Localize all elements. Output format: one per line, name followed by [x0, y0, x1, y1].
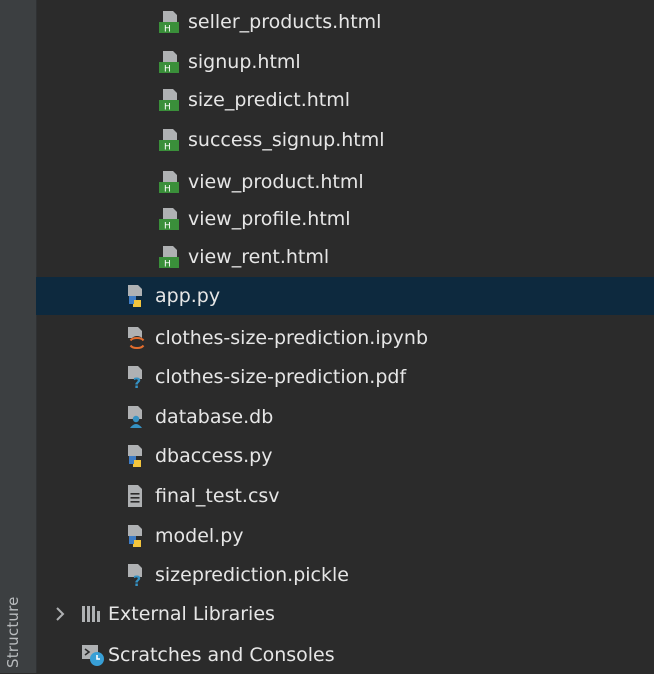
project-tree: H seller_products.html H signup.html H s…: [36, 0, 654, 673]
database-file-icon: [123, 405, 149, 429]
tree-item-label: size_predict.html: [188, 89, 351, 111]
python-file-icon: [123, 284, 149, 308]
tree-item-label: signup.html: [188, 51, 301, 73]
chevron-right-icon[interactable]: [50, 604, 70, 624]
libraries-icon: [80, 602, 106, 626]
tree-item-success-signup-html[interactable]: H success_signup.html: [36, 121, 654, 159]
html-file-icon: H: [156, 207, 182, 231]
tree-item-final-test-csv[interactable]: final_test.csv: [36, 477, 654, 515]
left-tool-strip: Structure: [0, 0, 37, 673]
tree-item-label: app.py: [155, 285, 221, 307]
jupyter-file-icon: [123, 326, 149, 350]
tree-item-size-predict-html[interactable]: H size_predict.html: [36, 81, 654, 119]
tree-item-view-rent-html[interactable]: H view_rent.html: [36, 238, 654, 276]
svg-text:H: H: [164, 222, 171, 232]
python-file-icon: [123, 444, 149, 468]
tree-item-model-py[interactable]: model.py: [36, 517, 654, 555]
unknown-file-icon: ?: [123, 365, 149, 389]
svg-text:H: H: [164, 65, 171, 75]
svg-text:H: H: [164, 260, 171, 270]
scratches-icon: [80, 643, 106, 667]
tree-item-clothes-size-prediction-ipynb[interactable]: clothes-size-prediction.ipynb: [36, 319, 654, 357]
tree-item-app-py[interactable]: app.py: [36, 277, 654, 315]
svg-text:?: ?: [133, 574, 141, 587]
tree-item-sizeprediction-pickle[interactable]: ? sizeprediction.pickle: [36, 556, 654, 594]
tree-item-label: clothes-size-prediction.pdf: [155, 366, 407, 388]
svg-text:H: H: [164, 103, 171, 113]
tree-item-signup-html[interactable]: H signup.html: [36, 43, 654, 81]
tree-item-label: success_signup.html: [188, 129, 385, 151]
html-file-icon: H: [156, 88, 182, 112]
tree-item-label: clothes-size-prediction.ipynb: [155, 327, 429, 349]
tree-item-dbaccess-py[interactable]: dbaccess.py: [36, 437, 654, 475]
tree-item-label: Scratches and Consoles: [108, 644, 335, 666]
tree-item-label: database.db: [155, 406, 274, 428]
tree-item-label: view_rent.html: [188, 246, 330, 268]
tree-item-scratches-and-consoles[interactable]: Scratches and Consoles: [36, 636, 654, 674]
tree-item-database-db[interactable]: database.db: [36, 398, 654, 436]
html-file-icon: H: [156, 170, 182, 194]
text-file-icon: [123, 484, 149, 508]
tree-item-label: view_profile.html: [188, 208, 351, 230]
html-file-icon: H: [156, 245, 182, 269]
svg-text:H: H: [164, 143, 171, 153]
svg-text:H: H: [164, 185, 171, 195]
python-file-icon: [123, 524, 149, 548]
tree-item-label: dbaccess.py: [155, 445, 273, 467]
tree-item-label: seller_products.html: [188, 11, 382, 33]
unknown-file-icon: ?: [123, 563, 149, 587]
tree-item-view-profile-html[interactable]: H view_profile.html: [36, 200, 654, 238]
svg-text:?: ?: [133, 376, 141, 389]
tree-item-seller-products-html[interactable]: H seller_products.html: [36, 3, 654, 41]
tree-item-label: sizeprediction.pickle: [155, 564, 349, 586]
tree-item-label: External Libraries: [108, 603, 275, 625]
tree-item-label: final_test.csv: [155, 485, 280, 507]
html-file-icon: H: [156, 10, 182, 34]
html-file-icon: H: [156, 128, 182, 152]
tree-item-view-product-html[interactable]: H view_product.html: [36, 163, 654, 201]
html-file-icon: H: [156, 50, 182, 74]
svg-text:H: H: [164, 25, 171, 35]
tree-item-external-libraries[interactable]: External Libraries: [36, 595, 654, 633]
tree-item-label: model.py: [155, 525, 244, 547]
tree-item-clothes-size-prediction-pdf[interactable]: ? clothes-size-prediction.pdf: [36, 358, 654, 396]
structure-tool-tab[interactable]: Structure: [4, 596, 22, 668]
project-tool-window: Structure H seller_products.html H signu…: [0, 0, 654, 673]
tree-item-label: view_product.html: [188, 171, 364, 193]
